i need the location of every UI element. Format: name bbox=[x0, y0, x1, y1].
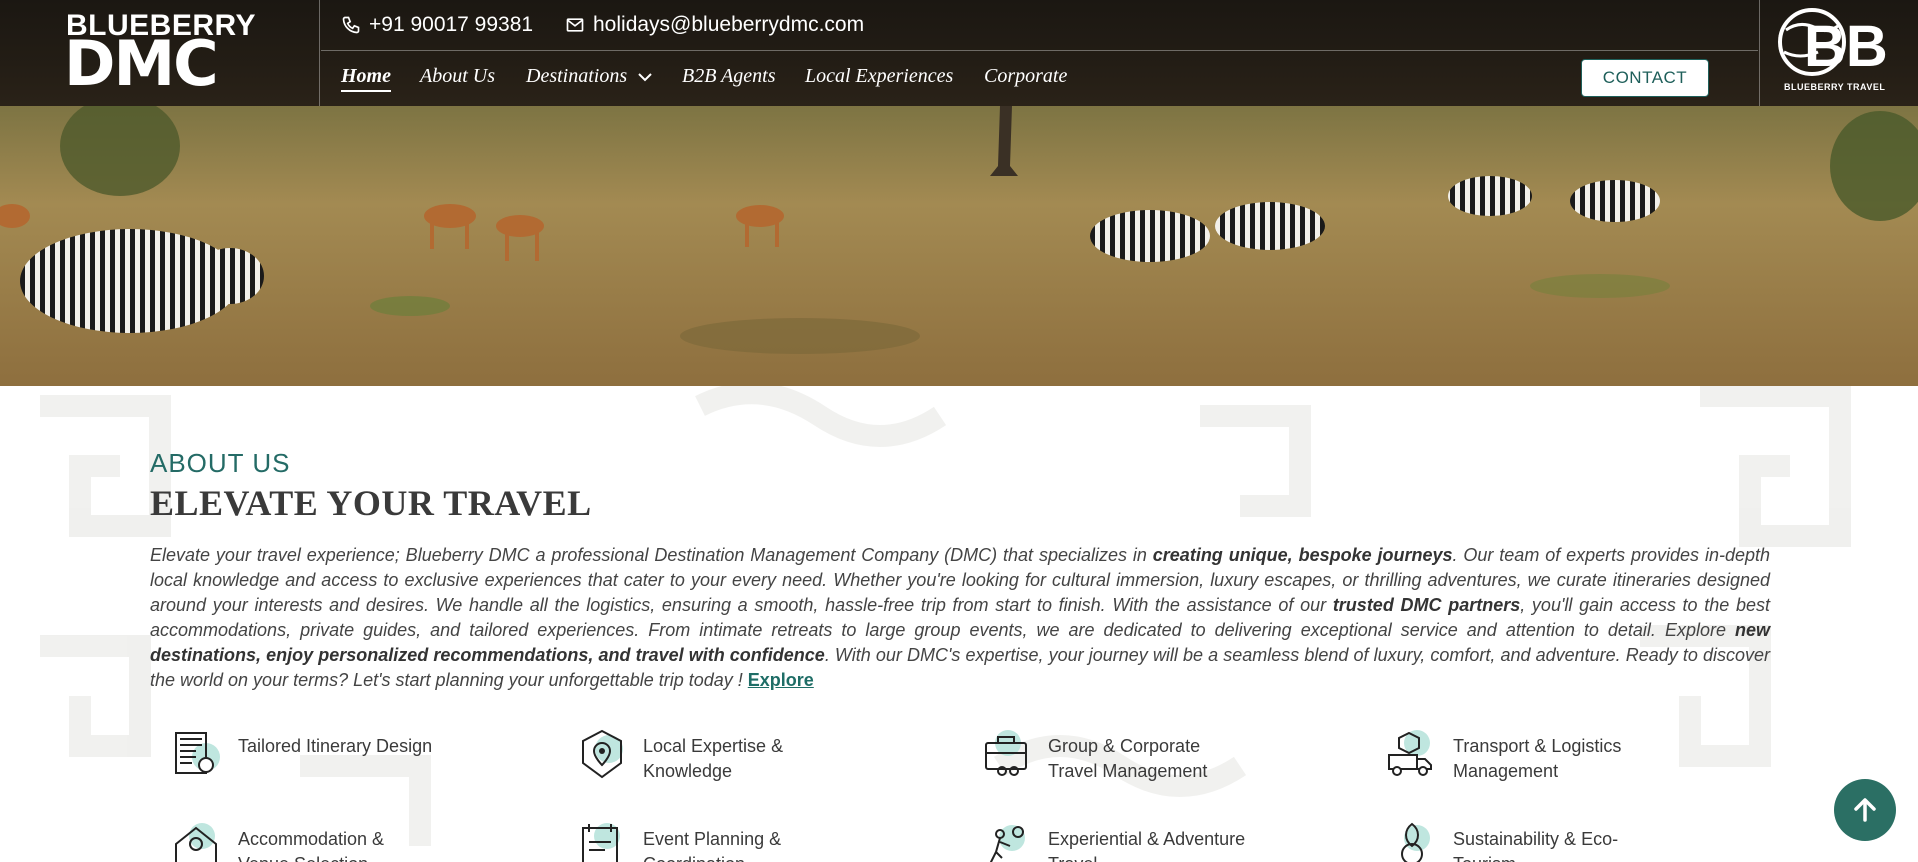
service-item[interactable]: Local Expertise & Knowledge bbox=[575, 727, 843, 784]
email-link[interactable]: holidays@blueberrydmc.com bbox=[565, 13, 864, 37]
nav-corporate[interactable]: Corporate bbox=[984, 65, 1067, 88]
about-title: ELEVATE YOUR TRAVEL bbox=[150, 483, 592, 523]
service-item[interactable]: Accommodation & Venue Selection bbox=[170, 820, 438, 862]
location-pin-icon bbox=[575, 727, 629, 781]
service-item[interactable]: Sustainability & Eco-Tourism bbox=[1385, 820, 1653, 862]
service-item[interactable]: Transport & Logistics Management bbox=[1385, 727, 1653, 784]
service-label: Sustainability & Eco-Tourism bbox=[1453, 829, 1619, 862]
phone-number: +91 90017 99381 bbox=[369, 13, 534, 36]
briefcase-icon bbox=[980, 727, 1034, 781]
blueberry-dmc-logo[interactable]: BLUEBERRY DMC bbox=[0, 0, 320, 106]
logo-text-dmc: DMC bbox=[64, 27, 219, 100]
about-description: Elevate your travel experience; Blueberr… bbox=[150, 543, 1770, 693]
about-highlight: creating unique, bespoke journeys bbox=[1152, 545, 1453, 565]
nav-b2b-agents[interactable]: B2B Agents bbox=[682, 65, 776, 88]
bb-logo-letters: BB bbox=[1804, 14, 1888, 79]
hero-savanna-image bbox=[0, 106, 1918, 386]
adventure-icon bbox=[980, 820, 1034, 862]
nav-destinations[interactable]: Destinations bbox=[526, 65, 652, 88]
about-eyebrow: ABOUT US bbox=[150, 448, 291, 478]
service-item[interactable]: Event Planning & Coordination bbox=[575, 820, 843, 862]
eco-icon bbox=[1385, 820, 1439, 862]
savanna-scene bbox=[0, 106, 1918, 386]
service-label: Transport & Logistics Management bbox=[1453, 736, 1622, 781]
itinerary-icon bbox=[170, 727, 224, 781]
about-text-part: Elevate your travel experience; Blueberr… bbox=[150, 545, 1153, 565]
phone-icon bbox=[342, 16, 360, 34]
service-label: Tailored Itinerary Design bbox=[238, 736, 433, 756]
chevron-down-icon bbox=[638, 73, 652, 82]
contact-button[interactable]: CONTACT bbox=[1581, 59, 1709, 97]
nav-home[interactable]: Home bbox=[341, 65, 391, 92]
email-address: holidays@blueberrydmc.com bbox=[593, 13, 865, 36]
about-highlight: trusted DMC partners bbox=[1332, 595, 1521, 615]
service-label: Group & Corporate Travel Management bbox=[1048, 736, 1208, 781]
nav-destinations-label: Destinations bbox=[526, 65, 628, 87]
service-item[interactable]: Group & Corporate Travel Management bbox=[980, 727, 1248, 784]
main-nav: Home About Us Destinations B2B Agents Lo… bbox=[321, 52, 1758, 106]
hotel-icon bbox=[170, 820, 224, 862]
bb-logo-mark: BB BLUEBERRY TRAVEL bbox=[1778, 8, 1888, 92]
explore-link[interactable]: Explore bbox=[748, 670, 814, 690]
service-item[interactable]: Experiential & Adventure Travel bbox=[980, 820, 1248, 862]
service-label: Local Expertise & Knowledge bbox=[643, 736, 784, 781]
contact-strip: +91 90017 99381 holidays@blueberrydmc.co… bbox=[321, 0, 1758, 51]
service-label: Experiential & Adventure Travel bbox=[1048, 829, 1246, 862]
blueberry-travel-logo[interactable]: BB BLUEBERRY TRAVEL bbox=[1759, 0, 1918, 106]
services-grid: Tailored Itinerary Design Local Expertis… bbox=[170, 727, 1810, 862]
service-label: Event Planning & Coordination bbox=[643, 829, 782, 862]
site-header: BLUEBERRY DMC +91 90017 99381 holidays@b… bbox=[0, 0, 1918, 106]
scroll-to-top-button[interactable] bbox=[1834, 779, 1896, 841]
about-section: ABOUT US ELEVATE YOUR TRAVEL Elevate you… bbox=[0, 386, 1918, 862]
mail-icon bbox=[566, 18, 584, 32]
bb-logo-subtitle: BLUEBERRY TRAVEL bbox=[1784, 82, 1885, 92]
service-item[interactable]: Tailored Itinerary Design bbox=[170, 727, 438, 781]
arrow-up-icon bbox=[1854, 798, 1876, 822]
service-label: Accommodation & Venue Selection bbox=[238, 829, 385, 862]
event-icon bbox=[575, 820, 629, 862]
truck-icon bbox=[1385, 727, 1439, 781]
nav-about-us[interactable]: About Us bbox=[420, 65, 495, 88]
phone-link[interactable]: +91 90017 99381 bbox=[341, 13, 533, 37]
nav-local-experiences[interactable]: Local Experiences bbox=[805, 65, 953, 88]
